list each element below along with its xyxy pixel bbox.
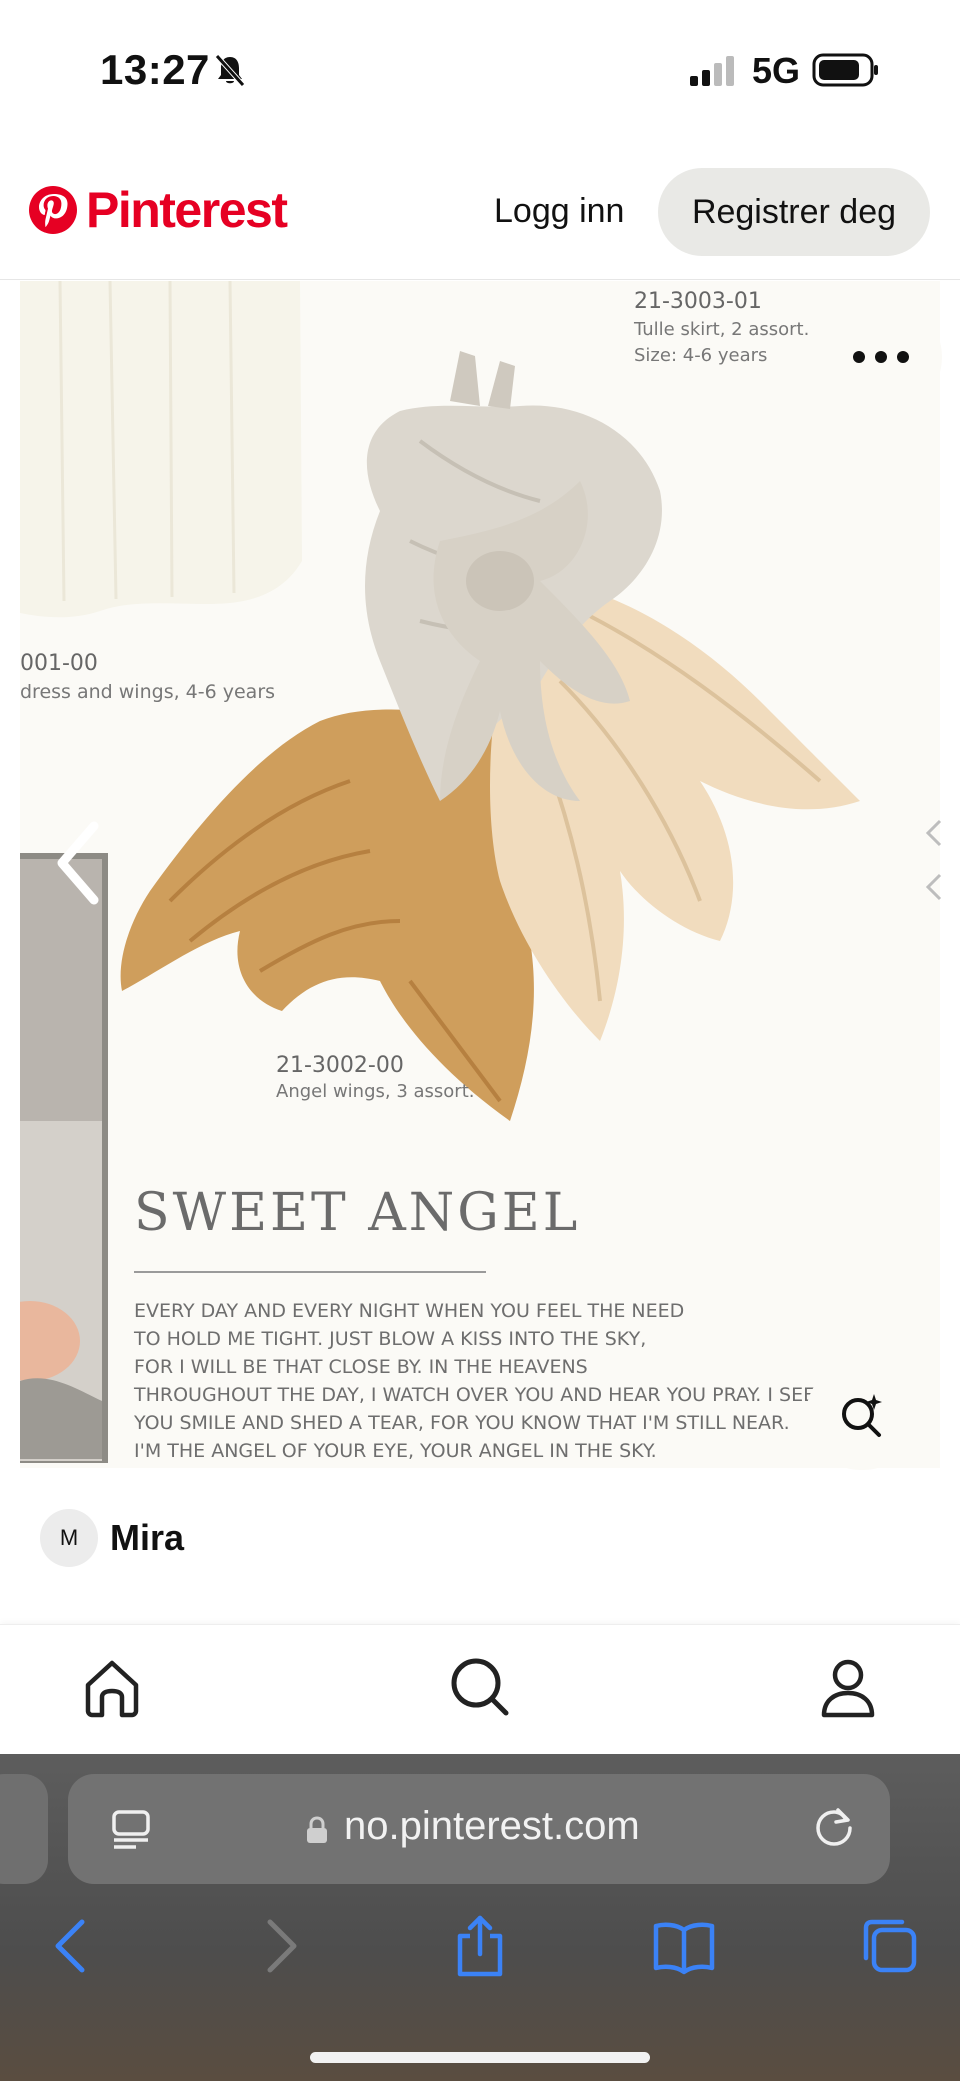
bell-slash-icon <box>215 54 245 87</box>
pin-author[interactable]: M Mira <box>40 1508 184 1568</box>
share-icon[interactable] <box>448 1914 512 1978</box>
home-icon[interactable] <box>80 1655 144 1719</box>
profile-icon[interactable] <box>816 1655 880 1719</box>
page-menu-icon[interactable] <box>110 1808 152 1850</box>
search-icon[interactable] <box>448 1655 512 1719</box>
pin-illustration <box>20 281 860 1463</box>
poem-line: FOR I WILL BE THAT CLOSE BY. IN THE HEAV… <box>134 1356 588 1378</box>
network-label: 5G <box>752 50 801 91</box>
status-time: 13:27 <box>100 46 210 93</box>
pin-image[interactable]: 21-3003-01 Tulle skirt, 2 assort. Size: … <box>20 281 940 1468</box>
product-desc-top-line2: Size: 4-6 years <box>634 345 768 366</box>
bottom-nav <box>0 1624 960 1754</box>
product-desc-top-line1: Tulle skirt, 2 assort. <box>634 319 810 340</box>
url-text[interactable]: no.pinterest.com <box>344 1804 640 1849</box>
product-desc-left: dress and wings, 4-6 years <box>20 681 276 703</box>
previous-tab-preview[interactable] <box>0 1774 48 1884</box>
product-code-left: 001-00 <box>20 651 98 676</box>
author-name[interactable]: Mira <box>110 1517 184 1559</box>
signal-icon <box>690 56 734 86</box>
battery-icon <box>812 53 878 87</box>
title-divider <box>134 1271 486 1273</box>
tabs-icon[interactable] <box>856 1914 920 1978</box>
pinterest-logo-icon <box>29 186 77 234</box>
lock-icon <box>307 1816 327 1843</box>
poem-line: TO HOLD ME TIGHT. JUST BLOW A KISS INTO … <box>134 1328 647 1350</box>
reload-icon[interactable] <box>812 1806 856 1850</box>
product-desc-bottom: Angel wings, 3 assort. <box>276 1081 475 1102</box>
poem-line: YOU SMILE AND SHED A TEAR, FOR YOU KNOW … <box>134 1412 790 1434</box>
chevron-left-icon <box>925 873 942 901</box>
pinterest-logo[interactable]: Pinterest <box>28 180 288 240</box>
home-indicator <box>310 2052 650 2063</box>
site-header: Pinterest Logg inn Registrer deg <box>0 140 960 280</box>
poem-line: EVERY DAY AND EVERY NIGHT WHEN YOU FEEL … <box>134 1300 685 1322</box>
poem-text: EVERY DAY AND EVERY NIGHT WHEN YOU FEEL … <box>134 1297 834 1465</box>
visual-search-button[interactable] <box>806 1360 918 1470</box>
pin-title-text: SWEET ANGEL <box>134 1183 581 1243</box>
chevron-left-icon <box>925 819 942 847</box>
status-bar: 13:27 5G <box>0 0 960 140</box>
product-desc-top: Tulle skirt, 2 assort. Size: 4-6 years <box>634 317 809 369</box>
back-icon[interactable] <box>40 1914 104 1978</box>
address-bar[interactable]: no.pinterest.com <box>68 1774 890 1884</box>
more-dots-icon <box>853 351 909 363</box>
bookmarks-icon[interactable] <box>652 1914 716 1978</box>
pinterest-logo-text: Pinterest <box>86 182 288 238</box>
product-code-bottom: 21-3002-00 <box>276 1053 404 1078</box>
poem-line: THROUGHOUT THE DAY, I WATCH OVER YOU AND… <box>134 1384 816 1406</box>
browser-toolbar: no.pinterest.com <box>0 1754 960 2081</box>
product-code-top: 21-3003-01 <box>634 289 762 314</box>
visual-search-icon <box>842 1394 882 1437</box>
previous-arrow-icon[interactable] <box>50 818 110 908</box>
more-options-button[interactable] <box>820 298 942 416</box>
forward-icon[interactable] <box>248 1914 312 1978</box>
login-link[interactable]: Logg inn <box>494 192 624 231</box>
poem-line: I'M THE ANGEL OF YOUR EYE, YOUR ANGEL IN… <box>134 1440 657 1462</box>
register-button[interactable]: Registrer deg <box>658 168 930 256</box>
avatar[interactable]: M <box>40 1509 98 1567</box>
